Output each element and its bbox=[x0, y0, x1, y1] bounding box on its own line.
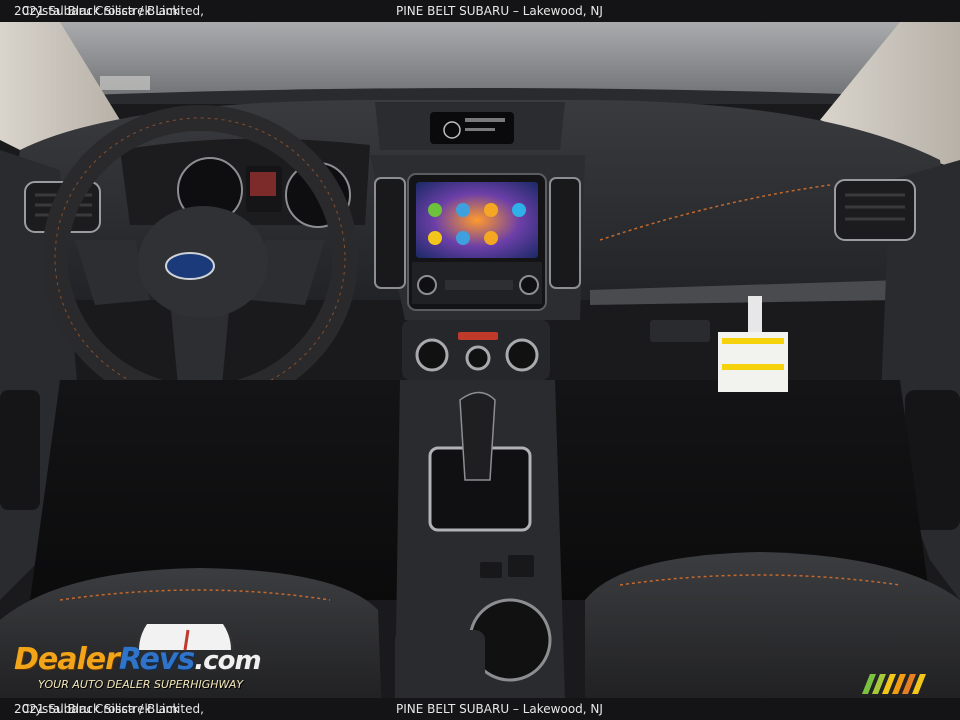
climate-controls bbox=[402, 320, 550, 380]
watermark-brand: DealerRevs.com bbox=[14, 642, 262, 677]
caption-bar-bottom: 2021 Subaru Crosstrek Limited, Crystal B… bbox=[0, 698, 960, 720]
app-icon-7 bbox=[484, 231, 498, 245]
car-interior-photo bbox=[0, 0, 960, 720]
app-icon-1 bbox=[428, 203, 442, 217]
gear-shifter bbox=[459, 391, 496, 481]
air-vent-right bbox=[834, 179, 916, 241]
caption-dealer-bottom: PINE BELT SUBARU – Lakewood, NJ bbox=[396, 702, 603, 716]
app-icon-4 bbox=[512, 203, 526, 217]
app-icon-3 bbox=[484, 203, 498, 217]
caption-title-bottom: 2021 Subaru Crosstrek Limited, Crystal B… bbox=[14, 702, 204, 716]
center-stack bbox=[370, 102, 585, 320]
watermark-stripes-icon bbox=[862, 674, 926, 694]
infotainment-screen bbox=[416, 182, 538, 258]
caption-dealer: PINE BELT SUBARU – Lakewood, NJ bbox=[396, 4, 603, 18]
caption-bar-top: 2021 Subaru Crosstrek Limited, Crystal B… bbox=[0, 0, 960, 22]
app-icon-5 bbox=[428, 231, 442, 245]
app-icon-2 bbox=[456, 203, 470, 217]
caption-title: 2021 Subaru Crosstrek Limited, Crystal B… bbox=[14, 4, 204, 18]
watermark-tagline: YOUR AUTO DEALER SUPERHIGHWAY bbox=[38, 678, 244, 691]
app-icon-6 bbox=[456, 231, 470, 245]
subaru-logo bbox=[165, 252, 215, 280]
floor-mat-left bbox=[30, 380, 400, 600]
seat-right bbox=[585, 552, 960, 720]
windshield bbox=[0, 22, 960, 104]
dealerrevs-watermark: DealerRevs.com YOUR AUTO DEALER SUPERHIG… bbox=[12, 624, 272, 696]
